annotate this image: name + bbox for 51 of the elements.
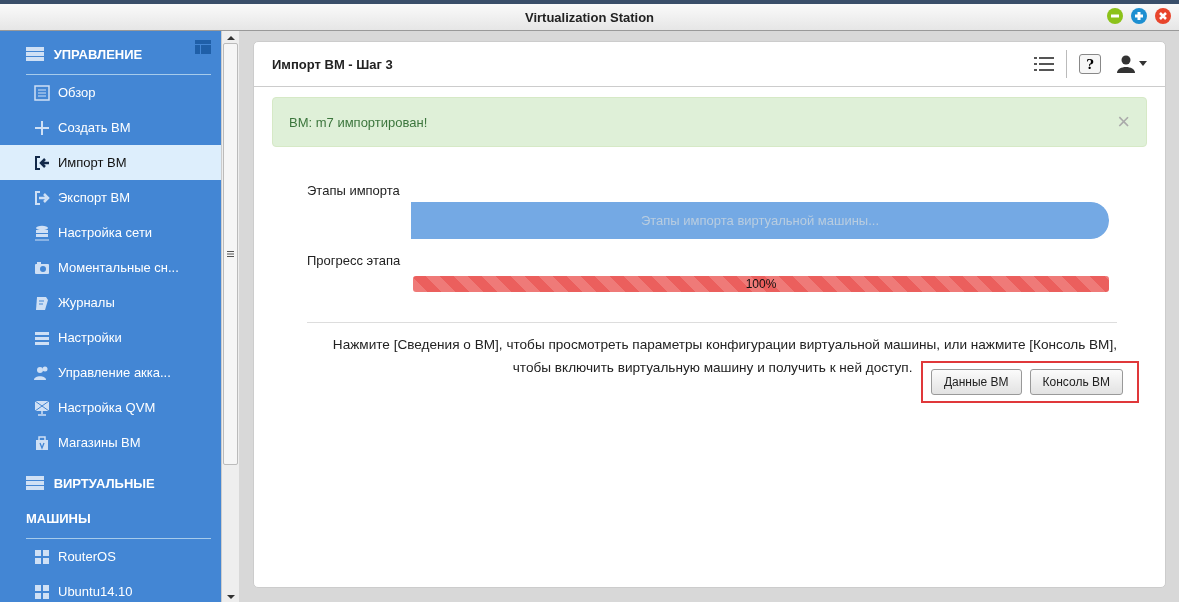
windows-icon bbox=[34, 548, 50, 565]
server-icon bbox=[26, 476, 44, 490]
stage-label: Этапы импорта bbox=[307, 183, 401, 198]
sidebar-item[interactable]: Магазины ВМ bbox=[0, 425, 221, 460]
monitor-icon bbox=[34, 399, 50, 416]
export-icon bbox=[34, 189, 50, 206]
sidebar-item[interactable]: Экспорт ВМ bbox=[0, 180, 221, 215]
minimize-button[interactable] bbox=[1107, 8, 1123, 24]
scrollbar-thumb[interactable] bbox=[223, 43, 238, 465]
sidebar-item[interactable]: Настройки bbox=[0, 320, 221, 355]
help-button[interactable]: ? bbox=[1079, 54, 1101, 74]
progress-reading: 100% bbox=[744, 277, 778, 291]
import-icon bbox=[34, 154, 50, 171]
sidebar-item[interactable]: Импорт ВМ bbox=[0, 145, 221, 180]
settings-icon bbox=[34, 329, 50, 346]
close-button[interactable] bbox=[1155, 8, 1171, 24]
sidebar-item[interactable]: Моментальные сн... bbox=[0, 250, 221, 285]
user-icon[interactable] bbox=[1117, 55, 1147, 73]
menu-icon[interactable] bbox=[1034, 57, 1054, 71]
panel-title: Импорт ВМ - Шаг 3 bbox=[272, 56, 394, 72]
sidebar-item[interactable]: Настройка сети bbox=[0, 215, 221, 250]
database-icon bbox=[34, 224, 50, 241]
bag-icon bbox=[34, 434, 50, 451]
camera-icon bbox=[34, 259, 50, 276]
action-button[interactable]: Консоль ВМ bbox=[1029, 369, 1123, 395]
plus-icon bbox=[34, 119, 50, 136]
section-title: УПРАВЛЕНИЕ bbox=[53, 47, 143, 62]
sidebar-item[interactable]: Журналы bbox=[0, 285, 221, 320]
sidebar-item[interactable]: Обзор bbox=[0, 75, 221, 110]
sidebar-item[interactable]: Создать ВМ bbox=[0, 110, 221, 145]
grip-icon bbox=[227, 251, 234, 257]
scroll-down-icon[interactable] bbox=[226, 594, 235, 600]
document-icon bbox=[34, 294, 50, 311]
server-icon bbox=[26, 47, 44, 61]
close-alert-button[interactable]: × bbox=[1117, 109, 1130, 135]
stages-bar: Этапы импорта виртуальной машины... bbox=[411, 202, 1109, 239]
sidebar-item[interactable]: Настройка QVM bbox=[0, 390, 221, 425]
windows-icon bbox=[34, 583, 50, 600]
users-icon bbox=[34, 364, 50, 381]
action-button[interactable]: Данные ВМ bbox=[930, 369, 1022, 395]
section-title: ВИРТУАЛЬНЫЕ bbox=[53, 476, 155, 491]
sidebar-item[interactable]: RouterOS bbox=[0, 539, 221, 574]
scroll-up-icon[interactable] bbox=[226, 35, 235, 41]
list-icon bbox=[34, 84, 50, 101]
sidebar-item[interactable]: Ubuntu14.10 bbox=[0, 574, 221, 602]
progress-label: Прогресс этапа bbox=[307, 253, 402, 268]
alert-message: ВМ: m7 импортирован! bbox=[289, 114, 429, 130]
maximize-button[interactable] bbox=[1131, 8, 1147, 24]
window-title: Virtualization Station bbox=[524, 9, 655, 25]
section-title: МАШИНЫ bbox=[26, 511, 91, 526]
sidebar-item[interactable]: Управление акка... bbox=[0, 355, 221, 390]
